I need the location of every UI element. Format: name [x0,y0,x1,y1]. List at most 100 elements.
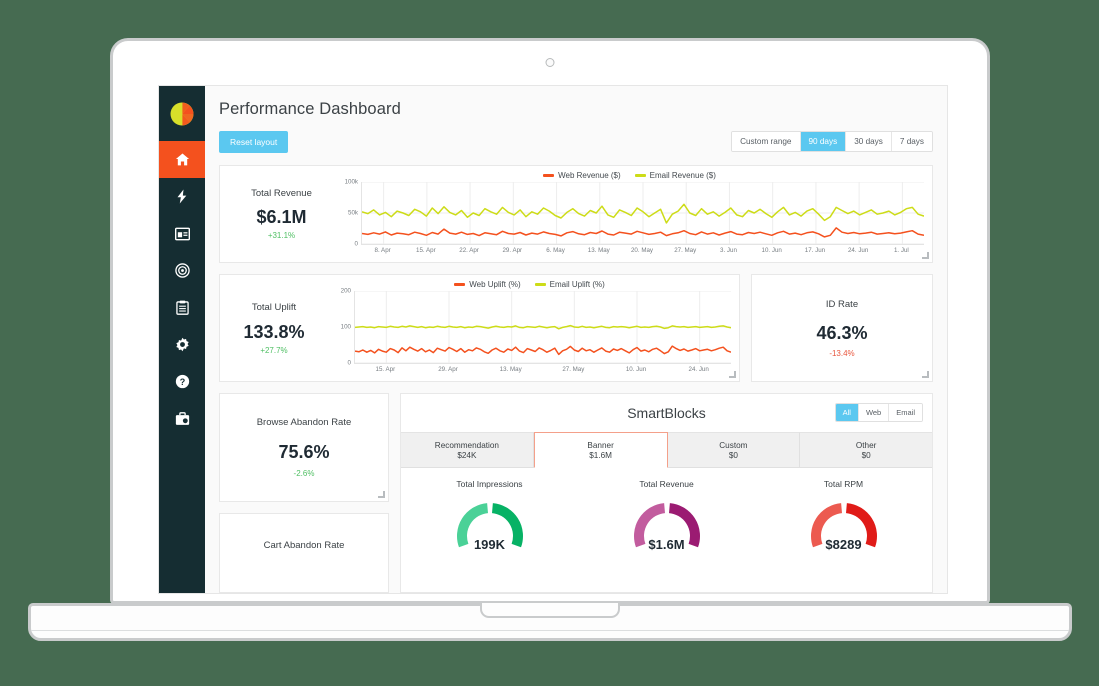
pie-chart-logo-icon [170,102,194,125]
legend-item-web-revenue[interactable]: Web Revenue ($) [543,171,621,180]
home-icon [175,153,189,166]
metric-total-impressions: Total Impressions 199K [401,479,578,592]
browse-abandon-label: Browse Abandon Rate [256,417,352,429]
cart-abandon-label: Cart Abandon Rate [263,540,345,552]
sidebar-item-help[interactable]: ? [159,363,205,400]
legend-label-email-revenue: Email Revenue ($) [649,171,716,180]
sidebar-item-content[interactable] [159,215,205,252]
x-tick-label: 10. Jun [761,247,782,254]
reset-layout-button[interactable]: Reset layout [219,130,289,153]
date-range-selector: Custom range 90 days 30 days 7 days [731,131,933,152]
total-revenue-kpi: Total Revenue $6.1M +31.1% [220,166,335,262]
date-range-30-days[interactable]: 30 days [846,132,892,151]
tab-custom-value: $0 [728,450,738,460]
channel-filter-email[interactable]: Email [889,404,922,421]
revenue-y-axis: 0 50k 100k [335,179,361,248]
x-tick-label: 20. May [630,247,654,254]
total-revenue-value: $6.1M [256,207,307,227]
briefcase-icon [175,411,189,425]
x-tick-label: 8. Apr [374,247,391,254]
uplift-y-axis: 0 100 200 [328,288,354,367]
screen: ? Performance Dashboard Reset layout Cus… [158,85,948,594]
total-revenue-delta: +31.1% [267,231,296,240]
help-circle-icon: ? [175,374,189,389]
browse-abandon-value: 75.6% [278,442,330,463]
app-logo[interactable] [159,86,205,141]
row-uplift: Total Uplift 133.8% +27.7% Web Uplift (%… [219,274,933,382]
x-tick-label: 29. Apr [502,247,523,254]
channel-filter-all[interactable]: All [835,404,859,421]
total-uplift-value: 133.8% [243,321,305,342]
resize-handle[interactable] [729,371,736,378]
legend-item-web-uplift[interactable]: Web Uplift (%) [454,280,521,289]
tab-recommendation-label: Recommendation [434,440,499,450]
legend-swatch-email-revenue [634,174,646,177]
layout-icon [174,227,190,240]
y-tick-label: 50k [348,209,358,217]
revenue-x-axis: 8. Apr 15. Apr 22. Apr 29. Apr 6. May 13. May… [335,245,924,258]
laptop-lid: ? Performance Dashboard Reset layout Cus… [110,38,990,604]
gauge-total-impressions-value: 199K [473,537,506,552]
smartblocks-header: SmartBlocks All Web Email [401,394,932,432]
legend-label-email-uplift: Email Uplift (%) [549,280,605,289]
x-tick-label: 27. May [674,247,697,254]
resize-handle[interactable] [378,491,385,499]
id-rate-delta: -13.4% [829,348,855,358]
metric-total-revenue-label: Total Revenue [639,479,694,489]
id-rate-card: ID Rate 46.3% -13.4% [751,274,933,382]
tab-recommendation[interactable]: Recommendation $24K [401,432,534,468]
x-tick-label: 3. Jun [720,247,737,254]
revenue-legend: Web Revenue ($) Email Revenue ($) [335,171,924,180]
legend-item-email-revenue[interactable]: Email Revenue ($) [634,171,716,180]
resize-handle[interactable] [922,252,929,259]
gauge-total-revenue: $1.6M [630,499,704,573]
tab-other[interactable]: Other $0 [800,432,932,468]
webcam-icon [545,58,555,67]
channel-filter-web[interactable]: Web [858,404,890,421]
date-range-7-days[interactable]: 7 days [891,132,932,151]
legend-label-web-uplift: Web Uplift (%) [469,280,521,289]
sidebar-item-home[interactable] [159,141,205,178]
sidebar-item-account[interactable] [159,400,205,437]
uplift-plot [354,291,731,364]
x-tick-label: 22. Apr [459,247,479,254]
metric-total-rpm-label: Total RPM [823,479,864,489]
sidebar-item-campaigns[interactable] [159,178,205,215]
tab-other-label: Other [855,440,877,450]
x-tick-label: 10. Jun [625,366,647,373]
gauge-total-rpm-value: $8289 [825,537,862,552]
resize-handle[interactable] [922,371,929,378]
x-tick-label: 13. May [587,247,610,254]
date-range-custom[interactable]: Custom range [732,132,801,151]
tab-banner-label: Banner [587,440,614,450]
sidebar-item-audiences[interactable] [159,252,205,289]
x-tick-label: 29. Apr [438,366,458,373]
row-smartblocks: Browse Abandon Rate 75.6% -2.6% Cart Aba… [219,393,933,593]
x-tick-label: 6. May [546,247,565,254]
gauge-total-rpm: $8289 [807,499,881,573]
page-title: Performance Dashboard [219,100,401,118]
tab-banner[interactable]: Banner $1.6M [533,432,668,468]
sidebar-item-settings[interactable] [159,326,205,363]
total-uplift-card: Total Uplift 133.8% +27.7% Web Uplift (%… [219,274,740,382]
legend-item-email-uplift[interactable]: Email Uplift (%) [534,280,605,289]
total-revenue-chart: Web Revenue ($) Email Revenue ($) 0 50k 10… [335,166,932,262]
trackpad-notch [480,603,620,618]
sidebar-item-reports[interactable] [159,289,205,326]
legend-swatch-web-uplift [454,283,466,286]
date-range-90-days[interactable]: 90 days [800,132,847,151]
metric-total-rpm: Total RPM $8289 [755,479,932,592]
total-revenue-label: Total Revenue [251,188,312,199]
left-kpi-stack: Browse Abandon Rate 75.6% -2.6% Cart Aba… [219,393,389,593]
legend-swatch-email-uplift [534,283,546,286]
id-rate-value: 46.3% [816,322,868,343]
x-tick-label: 27. May [562,366,585,373]
laptop-base [28,603,1072,641]
x-tick-label: 24. Jun [847,247,869,254]
smartblocks-tabs: Recommendation $24K Banner $1.6M Custom … [401,432,932,468]
x-tick-label: 15. Apr [416,247,436,254]
x-tick-label: 13. May [499,366,522,373]
lightning-bolt-icon [177,189,187,204]
total-uplift-delta: +27.7% [260,345,288,355]
tab-custom[interactable]: Custom $0 [667,432,801,468]
